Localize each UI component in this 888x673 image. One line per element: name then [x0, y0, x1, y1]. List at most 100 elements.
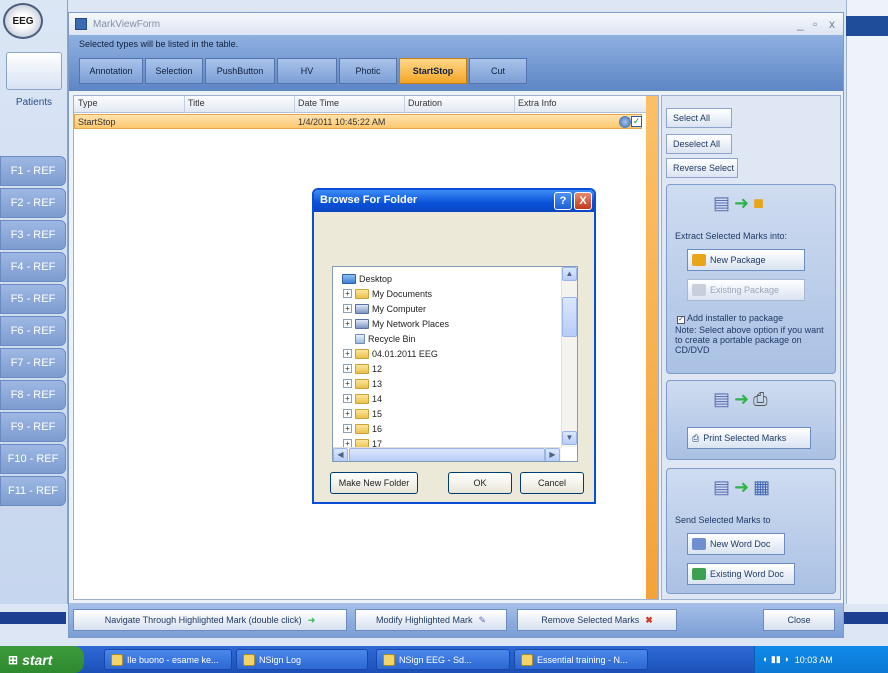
help-icon[interactable]: ? [554, 192, 572, 210]
filter-button-startstop[interactable]: StartStop [399, 58, 467, 84]
word-doc-icon [692, 538, 706, 550]
minimize-icon[interactable]: _ [797, 17, 804, 31]
tree-node[interactable]: + My Documents [343, 286, 432, 301]
ok-button[interactable]: OK [448, 472, 512, 494]
tree-node[interactable]: Recycle Bin [343, 331, 416, 346]
scroll-down-icon[interactable]: ▼ [562, 431, 577, 445]
column-header-title[interactable]: Title [188, 98, 205, 108]
tree-node[interactable]: +04.01.2011 EEG [343, 346, 438, 361]
globe-icon[interactable] [619, 116, 631, 128]
system-tray: ◐ ▮▮ ◑ 10:03 AM [754, 646, 888, 673]
ref-tab[interactable]: F7 - REF [0, 348, 66, 378]
tree-node[interactable]: +14 [343, 391, 382, 406]
table-row[interactable]: StartStop 1/4/2011 10:45:22 AM ✓ [74, 114, 642, 129]
hscroll-thumb[interactable] [349, 448, 545, 461]
ref-tab[interactable]: F4 - REF [0, 252, 66, 282]
vertical-scrollbar[interactable]: ▲ ▼ [561, 267, 577, 447]
modify-mark-button[interactable]: Modify Highlighted Mark ✎ [355, 609, 507, 631]
tree-node[interactable]: +13 [343, 376, 382, 391]
taskbar-task-label: Essential training - N... [537, 654, 628, 665]
scroll-up-icon[interactable]: ▲ [562, 267, 577, 281]
ref-tab[interactable]: F10 - REF [0, 444, 66, 474]
ref-tab[interactable]: F6 - REF [0, 316, 66, 346]
scroll-thumb[interactable] [562, 297, 577, 337]
new-package-label: New Package [710, 255, 766, 265]
add-installer-checkbox[interactable]: ✓ [677, 316, 685, 324]
filter-button-photic[interactable]: Photic [339, 58, 397, 84]
ref-tab[interactable]: F5 - REF [0, 284, 66, 314]
expand-icon[interactable]: + [343, 349, 352, 358]
close-button[interactable]: Close [763, 609, 835, 631]
desktop-icon [342, 273, 356, 284]
filter-button-cut[interactable]: Cut [469, 58, 527, 84]
make-new-folder-button[interactable]: Make New Folder [330, 472, 418, 494]
scroll-left-icon[interactable]: ◀ [333, 448, 348, 461]
expand-icon[interactable]: + [343, 289, 352, 298]
tree-node-label: My Computer [372, 303, 427, 314]
navigate-marks-button[interactable]: Navigate Through Highlighted Mark (doubl… [73, 609, 347, 631]
expand-icon[interactable]: + [343, 424, 352, 433]
tree-node-label: Desktop [359, 273, 393, 284]
cancel-button[interactable]: Cancel [520, 472, 584, 494]
patients-button[interactable] [6, 52, 62, 90]
expand-icon[interactable]: + [343, 379, 352, 388]
tray-icons[interactable]: ◐ ▮▮ ◑ [763, 654, 789, 665]
column-header-duration[interactable]: Duration [408, 98, 442, 108]
close-icon[interactable]: x [829, 17, 835, 31]
deselect-all-button[interactable]: Deselect All [666, 134, 732, 154]
tree-node[interactable]: +12 [343, 361, 382, 376]
type-filter-bar: Selected types will be listed in the tab… [69, 35, 843, 91]
tree-node[interactable]: +15 [343, 406, 382, 421]
tree-node[interactable]: Desktop [339, 271, 392, 286]
taskbar-task[interactable]: NSign Log [236, 649, 368, 670]
start-button[interactable]: ⊞ start [0, 646, 84, 673]
ref-tab[interactable]: F3 - REF [0, 220, 66, 250]
horizontal-scrollbar[interactable]: ◀ ▶ [333, 447, 561, 461]
package-icon [692, 254, 706, 266]
column-header-datetime[interactable]: Date Time [298, 98, 339, 108]
scroll-right-icon[interactable]: ▶ [545, 448, 560, 461]
filter-button-pushbutton[interactable]: PushButton [205, 58, 275, 84]
document-icon: ▤ [713, 389, 731, 409]
existing-word-doc-button[interactable]: Existing Word Doc [687, 563, 795, 585]
dialog-close-icon[interactable]: X [574, 192, 592, 210]
new-word-doc-button[interactable]: New Word Doc [687, 533, 785, 555]
tree-node[interactable]: + My Computer [343, 301, 426, 316]
expand-icon[interactable]: + [343, 394, 352, 403]
taskbar-task[interactable]: Essential training - N... [514, 649, 648, 670]
filter-button-selection[interactable]: Selection [145, 58, 203, 84]
maximize-icon[interactable]: ▫ [813, 17, 817, 31]
row-checkbox[interactable]: ✓ [631, 116, 642, 127]
ref-tab[interactable]: F1 - REF [0, 156, 66, 186]
reverse-select-button[interactable]: Reverse Select [666, 158, 738, 178]
filter-button-hv[interactable]: HV [277, 58, 337, 84]
taskbar-task[interactable]: NSign EEG - Sd... [376, 649, 510, 670]
arrow-right-icon: ➜ [734, 477, 750, 497]
remove-marks-button[interactable]: Remove Selected Marks ✖ [517, 609, 677, 631]
dialog-titlebar[interactable]: Browse For Folder [314, 190, 594, 212]
column-header-type[interactable]: Type [78, 98, 98, 108]
new-package-button[interactable]: New Package [687, 249, 805, 271]
send-illustration: ▤ ➜ ▦ [713, 477, 770, 498]
patient-sidebar: EEG Patients F1 - REF F2 - REF F3 - REF F4 … [0, 0, 68, 604]
existing-package-button[interactable]: Existing Package [687, 279, 805, 301]
ref-tab[interactable]: F8 - REF [0, 380, 66, 410]
extract-caption: Extract Selected Marks into: [675, 231, 788, 241]
window-titlebar[interactable]: MarkViewForm [69, 13, 843, 35]
clock[interactable]: 10:03 AM [795, 655, 833, 665]
expand-icon[interactable]: + [343, 364, 352, 373]
ref-tab[interactable]: F9 - REF [0, 412, 66, 442]
ref-tab[interactable]: F2 - REF [0, 188, 66, 218]
column-header-extra-info[interactable]: Extra Info [518, 98, 557, 108]
ref-tab[interactable]: F11 - REF [0, 476, 66, 506]
filter-button-annotation[interactable]: Annotation [79, 58, 143, 84]
expand-icon[interactable]: + [343, 304, 352, 313]
tree-node[interactable]: +16 [343, 421, 382, 436]
tree-node[interactable]: + My Network Places [343, 316, 449, 331]
print-selected-marks-button[interactable]: ⎙ Print Selected Marks [687, 427, 811, 449]
select-all-button[interactable]: Select All [666, 108, 732, 128]
expand-icon[interactable]: + [343, 409, 352, 418]
add-installer-option[interactable]: ✓ Add installer to package [677, 313, 783, 324]
taskbar-task[interactable]: Ile buono - esame ke... [104, 649, 232, 670]
expand-icon[interactable]: + [343, 319, 352, 328]
